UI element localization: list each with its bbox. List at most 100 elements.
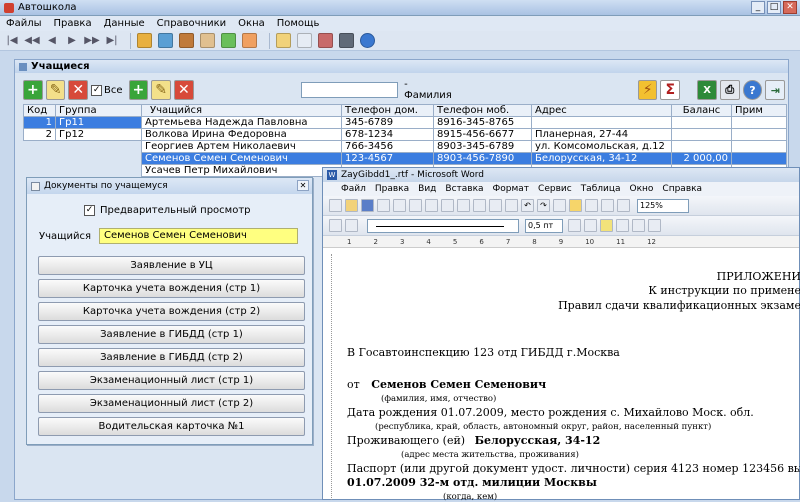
open-icon[interactable] <box>345 199 358 212</box>
permission-icon[interactable] <box>377 199 390 212</box>
student-row[interactable]: Георгиев Артем Николаевич 766-3456 8903-… <box>141 140 787 153</box>
close-button[interactable]: ✕ <box>783 1 797 14</box>
sum-button[interactable]: Σ <box>660 80 681 100</box>
exam-sheet-p1-button[interactable]: Экзаменационный лист (стр 1) <box>38 371 305 390</box>
nav-next-page-button[interactable]: ▶▶ <box>84 33 100 49</box>
research-icon[interactable] <box>441 199 454 212</box>
menu-help[interactable]: Помощь <box>277 18 320 29</box>
undo-icon[interactable]: ↶ <box>521 199 534 212</box>
excel-button[interactable]: X <box>697 80 717 100</box>
instructors-icon[interactable] <box>179 33 194 48</box>
cars-icon[interactable] <box>221 33 236 48</box>
lightning-button[interactable]: ⚡ <box>637 80 658 100</box>
table-icon[interactable] <box>585 199 598 212</box>
document-page[interactable]: ПРИЛОЖЕНИ К инструкции по примене Правил… <box>335 254 800 502</box>
nav-prev-button[interactable]: ◀ <box>44 33 60 49</box>
columns-icon[interactable] <box>601 199 614 212</box>
new-doc-icon[interactable] <box>329 199 342 212</box>
groups-icon[interactable] <box>137 33 152 48</box>
group-row[interactable]: 2 Гр12 <box>23 128 147 141</box>
maximize-button[interactable]: □ <box>767 1 781 14</box>
word-menu-insert[interactable]: Вставка <box>445 184 483 194</box>
driving-card-p1-button[interactable]: Карточка учета вождения (стр 1) <box>38 279 305 298</box>
word-menu-help[interactable]: Справка <box>662 184 702 194</box>
word-menu-format[interactable]: Формат <box>493 184 530 194</box>
student-row[interactable]: Волкова Ирина Федоровна 678-1234 8915-45… <box>141 128 787 141</box>
align-icon[interactable] <box>648 219 661 232</box>
spelling-icon[interactable] <box>425 199 438 212</box>
delete-group-button[interactable]: ✕ <box>68 80 89 100</box>
format-painter-icon[interactable] <box>505 199 518 212</box>
column-header[interactable]: Адрес <box>531 104 672 117</box>
nav-first-button[interactable]: |◀ <box>4 33 20 49</box>
student-row[interactable]: Семенов Семен Семенович 123-4567 8903-45… <box>141 152 787 165</box>
copy-icon[interactable] <box>473 199 486 212</box>
paste-icon[interactable] <box>489 199 502 212</box>
driving-card-p2-button[interactable]: Карточка учета вождения (стр 2) <box>38 302 305 321</box>
menu-edit[interactable]: Правка <box>54 18 92 29</box>
edit-group-button[interactable]: ✎ <box>45 80 66 100</box>
exit-button[interactable]: ⇥ <box>765 80 786 100</box>
print-icon[interactable] <box>393 199 406 212</box>
nav-prev-page-button[interactable]: ◀◀ <box>24 33 40 49</box>
draw-table-icon[interactable] <box>329 219 342 232</box>
edit-student-button[interactable]: ✎ <box>151 80 171 100</box>
print-preview-icon[interactable] <box>409 199 422 212</box>
column-header[interactable]: Группа <box>55 104 147 117</box>
checklist-icon[interactable] <box>297 33 312 48</box>
shading-icon[interactable] <box>600 219 613 232</box>
schedule-grid-icon[interactable] <box>242 33 257 48</box>
menu-windows[interactable]: Окна <box>238 18 265 29</box>
line-weight-select[interactable]: 0,5 пт <box>525 218 563 233</box>
column-header[interactable]: Баланс <box>671 104 732 117</box>
column-header[interactable]: Код <box>23 104 56 117</box>
help-icon[interactable] <box>360 33 375 48</box>
zoom-select[interactable]: 125% <box>637 198 689 213</box>
delete-student-button[interactable]: ✕ <box>173 80 194 100</box>
word-menu-edit[interactable]: Правка <box>375 184 409 194</box>
hyperlink-icon[interactable] <box>553 199 566 212</box>
gibdd-application-p2-button[interactable]: Заявление в ГИБДД (стр 2) <box>38 348 305 367</box>
gibdd-application-p1-button[interactable]: Заявление в ГИБДД (стр 1) <box>38 325 305 344</box>
close-icon[interactable]: ✕ <box>297 180 309 191</box>
report-icon[interactable] <box>318 33 333 48</box>
insert-table-icon[interactable] <box>616 219 629 232</box>
menu-references[interactable]: Справочники <box>157 18 227 29</box>
print-button[interactable]: ⎙ <box>719 80 740 100</box>
save-icon[interactable] <box>361 199 374 212</box>
word-menu-view[interactable]: Вид <box>418 184 436 194</box>
line-style-select[interactable] <box>367 218 519 233</box>
minimize-button[interactable]: _ <box>751 1 765 14</box>
word-menu-table[interactable]: Таблица <box>581 184 621 194</box>
nav-next-button[interactable]: ▶ <box>64 33 80 49</box>
eraser-icon[interactable] <box>345 219 358 232</box>
drawing-icon[interactable] <box>569 199 582 212</box>
person-icon[interactable] <box>200 33 215 48</box>
menu-files[interactable]: Файлы <box>6 18 42 29</box>
merge-cells-icon[interactable] <box>632 219 645 232</box>
redo-icon[interactable]: ↷ <box>537 199 550 212</box>
show-formatting-icon[interactable] <box>617 199 630 212</box>
scroll-icon[interactable] <box>276 33 291 48</box>
preview-checkbox[interactable]: ✓ <box>84 205 95 216</box>
group-row[interactable]: 1 Гр11 <box>23 116 147 129</box>
application-uc-button[interactable]: Заявление в УЦ <box>38 256 305 275</box>
add-student-button[interactable]: + <box>128 80 149 100</box>
word-menu-file[interactable]: Файл <box>341 184 366 194</box>
help-button[interactable]: ? <box>742 80 763 100</box>
add-group-button[interactable]: + <box>23 80 43 100</box>
exam-sheet-p2-button[interactable]: Экзаменационный лист (стр 2) <box>38 394 305 413</box>
column-header[interactable]: Учащийся <box>141 104 342 117</box>
cut-icon[interactable] <box>457 199 470 212</box>
all-checkbox[interactable]: ✓ <box>91 84 103 96</box>
word-menu-window[interactable]: Окно <box>630 184 654 194</box>
driver-card-button[interactable]: Водительская карточка №1 <box>38 417 305 436</box>
students-icon[interactable] <box>158 33 173 48</box>
surname-search-input[interactable] <box>300 82 399 98</box>
menu-data[interactable]: Данные <box>104 18 145 29</box>
borders-icon[interactable] <box>584 219 597 232</box>
column-header[interactable]: Телефон моб. <box>433 104 532 117</box>
calculator-icon[interactable] <box>339 33 354 48</box>
student-row[interactable]: Артемьева Надежда Павловна 345-6789 8916… <box>141 116 787 129</box>
border-color-icon[interactable] <box>568 219 581 232</box>
